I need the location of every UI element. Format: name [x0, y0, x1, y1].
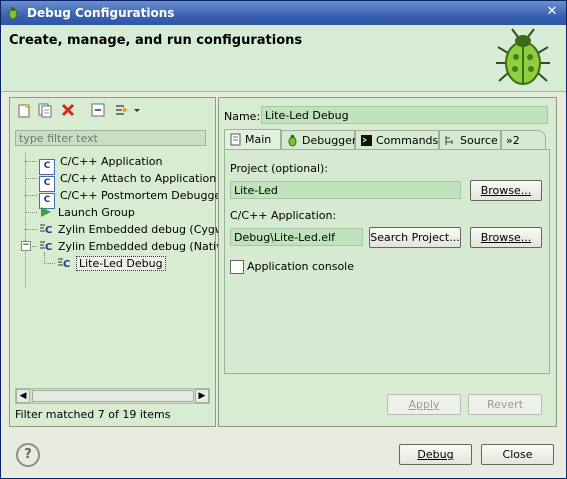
revert-button[interactable]: Revert: [468, 394, 542, 415]
apply-button[interactable]: Apply: [387, 394, 461, 415]
main-tab-icon: [230, 133, 241, 146]
bug-icon: [496, 28, 550, 85]
tree-item-label: Zylin Embedded debug (Native): [58, 240, 234, 253]
debug-app-icon: [8, 7, 18, 20]
svg-text:C: C: [45, 242, 52, 253]
button-label: Browse...: [480, 184, 532, 197]
collapse-all-icon[interactable]: [90, 102, 106, 118]
project-label: Project (optional):: [230, 162, 329, 175]
filter-status: Filter matched 7 of 19 items: [15, 408, 171, 421]
duplicate-icon[interactable]: [37, 102, 53, 118]
name-field[interactable]: Lite-Led Debug: [261, 106, 548, 124]
horizontal-scrollbar[interactable]: ◀ ▶: [15, 388, 210, 404]
configuration-editor-panel: Name: Lite-Led Debug Main Debugger Comma…: [218, 97, 557, 427]
application-console-label: Application console: [247, 260, 354, 273]
tab-overflow[interactable]: »2: [501, 130, 546, 149]
chevron-down-icon[interactable]: [132, 102, 142, 118]
name-label: Name:: [224, 110, 261, 123]
tree-item-c-postmortem[interactable]: C C/C++ Postmortem Debugger: [39, 188, 226, 209]
tree-item-label: Launch Group: [58, 206, 135, 219]
source-icon: [445, 136, 453, 145]
tree-line: [25, 229, 37, 230]
tree-line: [25, 212, 37, 213]
tree-item-c-application[interactable]: C C/C++ Application: [39, 154, 163, 175]
filter-icon[interactable]: [114, 102, 130, 118]
browse-project-button[interactable]: Browse...: [470, 180, 542, 201]
search-project-button[interactable]: Search Project...: [369, 227, 461, 248]
debug-configurations-window: Debug Configurations ✕ Create, manage, a…: [0, 0, 567, 479]
debug-button[interactable]: Debug: [399, 444, 472, 465]
application-field[interactable]: Debug\Lite-Led.elf: [230, 228, 363, 246]
main-tab-panel: Project (optional): Lite-Led Browse... C…: [224, 149, 550, 374]
scroll-thumb[interactable]: [32, 390, 194, 402]
svg-text:C: C: [63, 259, 70, 270]
zylin-icon: C: [40, 224, 52, 236]
tree-item-label: C/C++ Application: [60, 155, 163, 168]
tree-line: [44, 263, 55, 264]
launch-group-icon: [41, 207, 51, 217]
dialog-header: Create, manage, and run configurations: [1, 25, 566, 92]
button-label: Debug: [417, 448, 454, 461]
scroll-right-icon[interactable]: ▶: [195, 389, 209, 403]
help-icon[interactable]: ?: [16, 443, 40, 467]
button-label: Apply: [408, 398, 440, 411]
collapse-toggle[interactable]: −: [21, 241, 31, 251]
tab-main[interactable]: Main: [224, 129, 281, 150]
tab-label: Source: [460, 134, 498, 147]
tree-line: [25, 195, 37, 196]
tree-line: [25, 178, 37, 179]
new-configuration-icon[interactable]: [16, 102, 32, 118]
bug-icon: [288, 134, 297, 147]
tree-line: [25, 152, 26, 287]
overflow-icon: »2: [506, 134, 520, 147]
tab-label: Debugger: [302, 134, 357, 147]
tree-item-zylin-native[interactable]: C Zylin Embedded debug (Native): [39, 239, 234, 255]
application-console-checkbox[interactable]: [230, 260, 244, 274]
zylin-icon: C: [40, 241, 52, 253]
header-title: Create, manage, and run configurations: [9, 33, 303, 48]
tab-debugger[interactable]: Debugger: [281, 130, 357, 149]
filter-input[interactable]: [15, 130, 206, 146]
tab-source[interactable]: Source: [439, 130, 501, 149]
tree-item-label: C/C++ Attach to Application: [60, 172, 217, 185]
tab-label: Commands: [376, 134, 439, 147]
configuration-tree: − C C/C++ Application C C/C++ Attach to Ap…: [10, 152, 238, 382]
terminal-icon: [361, 135, 372, 146]
tree-item-label: C/C++ Postmortem Debugger: [60, 189, 226, 202]
tree-item-zylin-cygwin[interactable]: C Zylin Embedded debug (Cygwin): [39, 222, 238, 238]
list-toolbar: [10, 98, 215, 123]
close-button[interactable]: Close: [481, 444, 554, 465]
application-label: C/C++ Application:: [230, 209, 337, 222]
window-title: Debug Configurations: [27, 6, 175, 20]
tab-commands[interactable]: Commands: [355, 130, 439, 149]
button-label: Browse...: [480, 231, 532, 244]
browse-application-button[interactable]: Browse...: [470, 227, 542, 248]
tree-item-c-attach[interactable]: C C/C++ Attach to Application: [39, 171, 217, 192]
tree-item-label: Zylin Embedded debug (Cygwin): [58, 223, 239, 236]
tree-line: [30, 246, 37, 247]
tree-item-label: Lite-Led Debug: [76, 256, 166, 271]
tab-label: Main: [245, 133, 272, 146]
zylin-icon: C: [58, 258, 70, 270]
close-icon[interactable]: ✕: [544, 4, 560, 20]
tree-item-lite-led-debug[interactable]: C Lite-Led Debug: [57, 256, 166, 272]
tree-line: [25, 161, 37, 162]
scroll-left-icon[interactable]: ◀: [16, 389, 30, 403]
configuration-list-panel: − CC/C++ Application CC/C++ Attach to Ap…: [9, 97, 238, 427]
title-bar[interactable]: Debug Configurations ✕: [1, 1, 566, 25]
tree-item-launch-group[interactable]: Launch Group: [39, 205, 135, 221]
config-tabs: Main Debugger Commands Source »2: [224, 129, 550, 150]
delete-icon[interactable]: [60, 102, 76, 118]
project-field[interactable]: Lite-Led: [230, 181, 461, 199]
svg-text:C: C: [45, 225, 52, 236]
